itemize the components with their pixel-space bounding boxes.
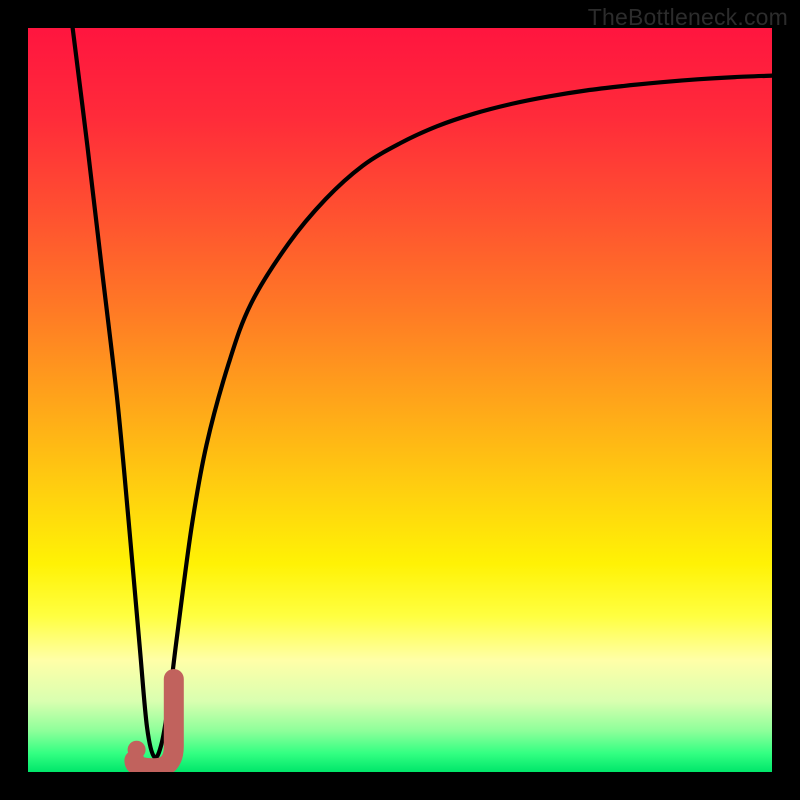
chart-svg: [28, 28, 772, 772]
result-marker-dot: [128, 741, 146, 759]
plot-area: [28, 28, 772, 772]
chart-frame: TheBottleneck.com: [0, 0, 800, 800]
bottleneck-curve: [73, 28, 772, 758]
watermark-text: TheBottleneck.com: [588, 4, 788, 31]
